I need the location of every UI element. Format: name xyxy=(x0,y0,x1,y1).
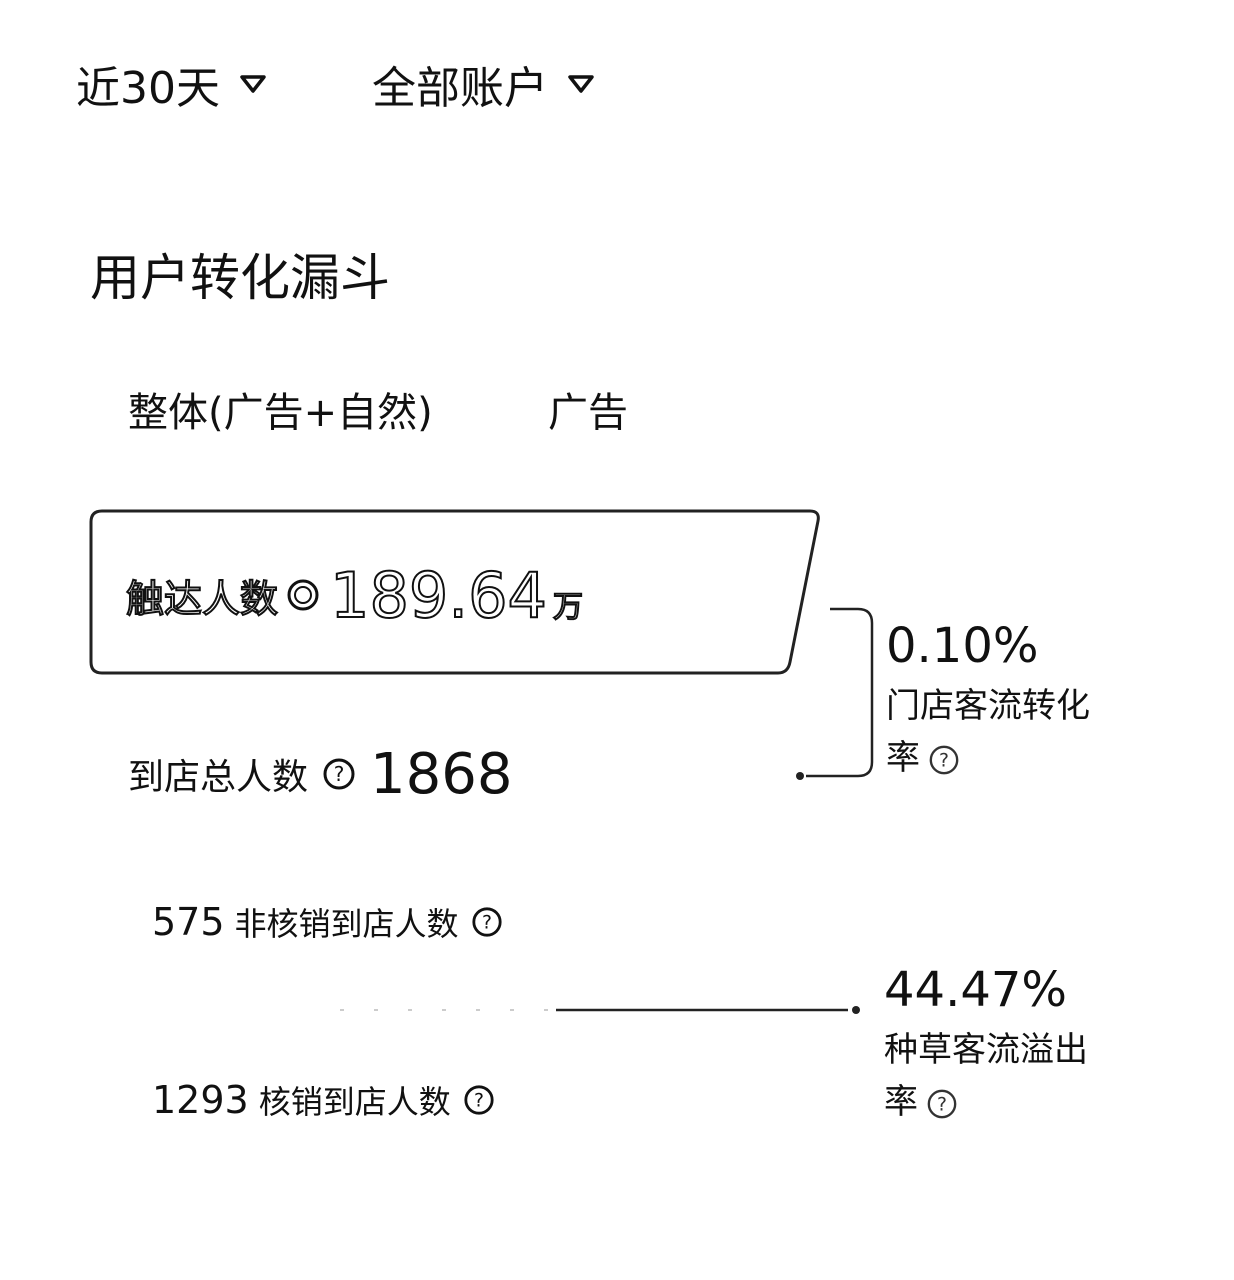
store-conversion-value: 0.10% xyxy=(886,618,1039,674)
reach-metric: 触达人数 189.64 万 xyxy=(125,555,584,635)
non-verified-metric: 575 非核销到店人数 ? xyxy=(152,896,503,948)
help-icon[interactable]: ? xyxy=(322,757,356,791)
help-icon[interactable]: ? xyxy=(471,906,503,938)
connector-dot xyxy=(852,1006,860,1014)
store-total-metric: 到店总人数 ? 1868 xyxy=(128,736,513,812)
help-icon[interactable]: ? xyxy=(926,1088,958,1120)
help-icon[interactable]: ? xyxy=(463,1084,495,1116)
non-verified-label: 非核销到店人数 xyxy=(234,905,459,943)
svg-text:?: ? xyxy=(334,762,345,786)
help-icon[interactable]: ? xyxy=(928,744,960,776)
store-conversion-label-wrap: 门店客流转化率 ? xyxy=(886,680,1106,784)
store-total-value: 1868 xyxy=(370,741,513,807)
svg-text:?: ? xyxy=(474,1091,484,1112)
store-total-label: 到店总人数 xyxy=(128,757,309,798)
connector-dot xyxy=(796,772,804,780)
store-conversion-label: 门店客流转化率 xyxy=(886,686,1090,778)
grass-overflow-value: 44.47% xyxy=(884,962,1068,1018)
store-conversion-rate: 0.10% 门店客流转化率 ? xyxy=(886,618,1106,784)
verified-metric: 1293 核销到店人数 ? xyxy=(152,1074,495,1126)
grass-overflow-rate: 44.47% 种草客流溢出率 ? xyxy=(884,962,1104,1128)
verified-value: 1293 xyxy=(152,1078,249,1122)
svg-text:?: ? xyxy=(939,750,949,771)
grass-overflow-label: 种草客流溢出率 xyxy=(884,1030,1088,1122)
help-icon[interactable] xyxy=(286,578,320,612)
verified-label: 核销到店人数 xyxy=(258,1083,451,1121)
reach-label: 触达人数 xyxy=(125,576,279,622)
svg-text:?: ? xyxy=(482,913,492,934)
reach-unit: 万 xyxy=(552,589,584,626)
reach-value: 189.64 xyxy=(329,558,548,633)
conversion-bracket xyxy=(806,607,874,778)
non-verified-value: 575 xyxy=(152,900,225,944)
grass-overflow-label-wrap: 种草客流溢出率 ? xyxy=(884,1024,1104,1128)
svg-text:?: ? xyxy=(937,1094,947,1115)
